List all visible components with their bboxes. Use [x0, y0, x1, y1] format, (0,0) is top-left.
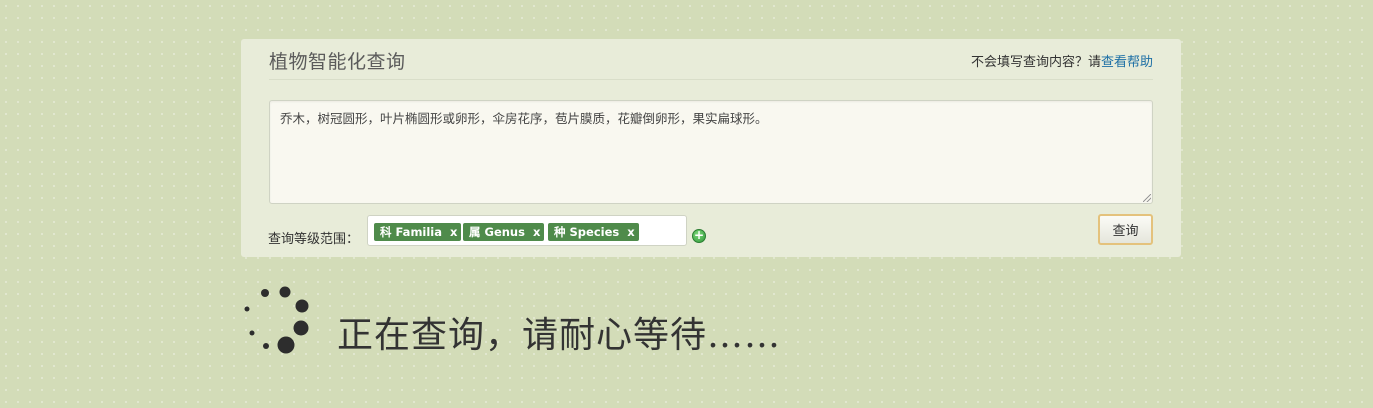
search-panel: 植物智能化查询 不会填写查询内容？请查看帮助 乔木，树冠圆形，叶片椭圆形或卵形，… — [241, 39, 1181, 257]
loading-spinner-icon — [244, 286, 309, 354]
level-label: 查询等级范围： — [268, 232, 360, 247]
resize-grip-icon[interactable] — [1143, 194, 1151, 202]
tag-label: 科 Familia — [380, 225, 443, 239]
tag-genus: 属 Genus x — [463, 223, 545, 241]
tag-species: 种 Species x — [548, 223, 639, 241]
level-tag-input[interactable]: 科 Familia x 属 Genus x 种 Species x — [367, 215, 687, 246]
panel-header: 植物智能化查询 不会填写查询内容？请查看帮助 — [269, 39, 1153, 80]
tag-remove-icon[interactable]: x — [533, 223, 540, 241]
tag-remove-icon[interactable]: x — [450, 223, 457, 241]
tag-label: 种 Species — [554, 225, 620, 239]
help-text: 不会填写查询内容？请查看帮助 — [971, 51, 1153, 70]
tag-remove-icon[interactable]: x — [627, 223, 634, 241]
tag-familia: 科 Familia x — [374, 223, 462, 241]
tag-label: 属 Genus — [469, 225, 525, 239]
help-prefix: 不会填写查询内容？请 — [970, 55, 1101, 70]
panel-title: 植物智能化查询 — [269, 51, 406, 73]
add-circle-icon[interactable]: + — [692, 229, 706, 243]
loading-message: 正在查询，请耐心等待…… — [337, 315, 782, 356]
query-textarea[interactable]: 乔木，树冠圆形，叶片椭圆形或卵形，伞房花序，苞片膜质，花瓣倒卵形，果实扁球形。 — [269, 100, 1153, 204]
help-link[interactable]: 查看帮助 — [1101, 55, 1153, 70]
query-button[interactable]: 查询 — [1098, 214, 1153, 245]
